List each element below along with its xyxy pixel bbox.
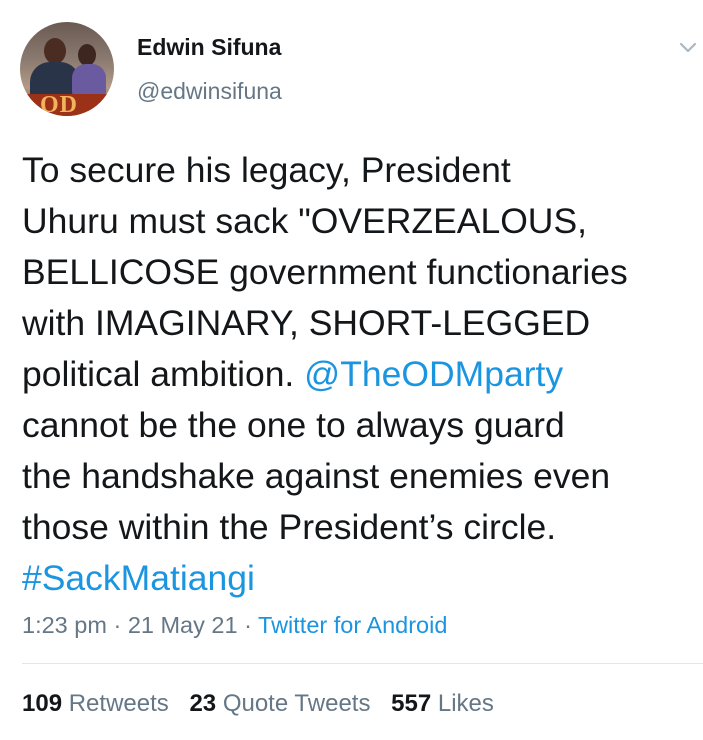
mention-link[interactable]: @TheODMparty xyxy=(304,354,563,394)
tweet-text-line: those within the President’s circle. xyxy=(22,507,557,547)
tweet-date[interactable]: 21 May 21 xyxy=(128,612,238,638)
likes-count: 557 xyxy=(391,690,432,717)
avatar-person2-head xyxy=(78,44,96,66)
likes-label: Likes xyxy=(437,690,494,717)
quote-tweets-count: 23 xyxy=(189,690,217,717)
quote-tweets-stat[interactable]: 23 Quote Tweets xyxy=(189,690,370,717)
quote-tweets-label: Quote Tweets xyxy=(222,690,371,717)
tweet-text-line: cannot be the one to always guard xyxy=(22,405,565,445)
tweet-source-link[interactable]: Twitter for Android xyxy=(258,612,447,638)
chevron-down-icon[interactable] xyxy=(678,38,698,58)
divider xyxy=(22,663,703,664)
avatar-logo: OD xyxy=(40,92,78,116)
tweet-text-line: Uhuru must sack "OVERZEALOUS, xyxy=(22,201,587,241)
tweet-text-line: To secure his legacy, President xyxy=(22,150,511,190)
tweet-text-line: the handshake against enemies even xyxy=(22,456,611,496)
meta-separator: · xyxy=(106,612,128,638)
avatar[interactable]: OD xyxy=(20,22,114,116)
tweet-stats: 109 Retweets 23 Quote Tweets 557 Likes xyxy=(22,690,508,718)
avatar-person-head xyxy=(44,38,66,64)
tweet-text-line: political ambition. xyxy=(22,354,305,394)
likes-stat[interactable]: 557 Likes xyxy=(391,690,494,717)
retweets-count: 109 xyxy=(22,690,63,717)
tweet-text-line: BELLICOSE government functionaries xyxy=(22,252,628,292)
hashtag-link[interactable]: #SackMatiangi xyxy=(22,558,255,598)
tweet-meta: 1:23 pm · 21 May 21 · Twitter for Androi… xyxy=(22,612,447,639)
retweets-stat[interactable]: 109 Retweets xyxy=(22,690,169,717)
author-handle[interactable]: @edwinsifuna xyxy=(137,78,282,105)
meta-separator: · xyxy=(237,612,259,638)
author-name[interactable]: Edwin Sifuna xyxy=(137,34,281,61)
tweet-text: To secure his legacy, President Uhuru mu… xyxy=(22,145,698,604)
retweets-label: Retweets xyxy=(68,690,169,717)
tweet-text-line: with IMAGINARY, SHORT-LEGGED xyxy=(22,303,591,343)
tweet-time[interactable]: 1:23 pm xyxy=(22,612,107,638)
